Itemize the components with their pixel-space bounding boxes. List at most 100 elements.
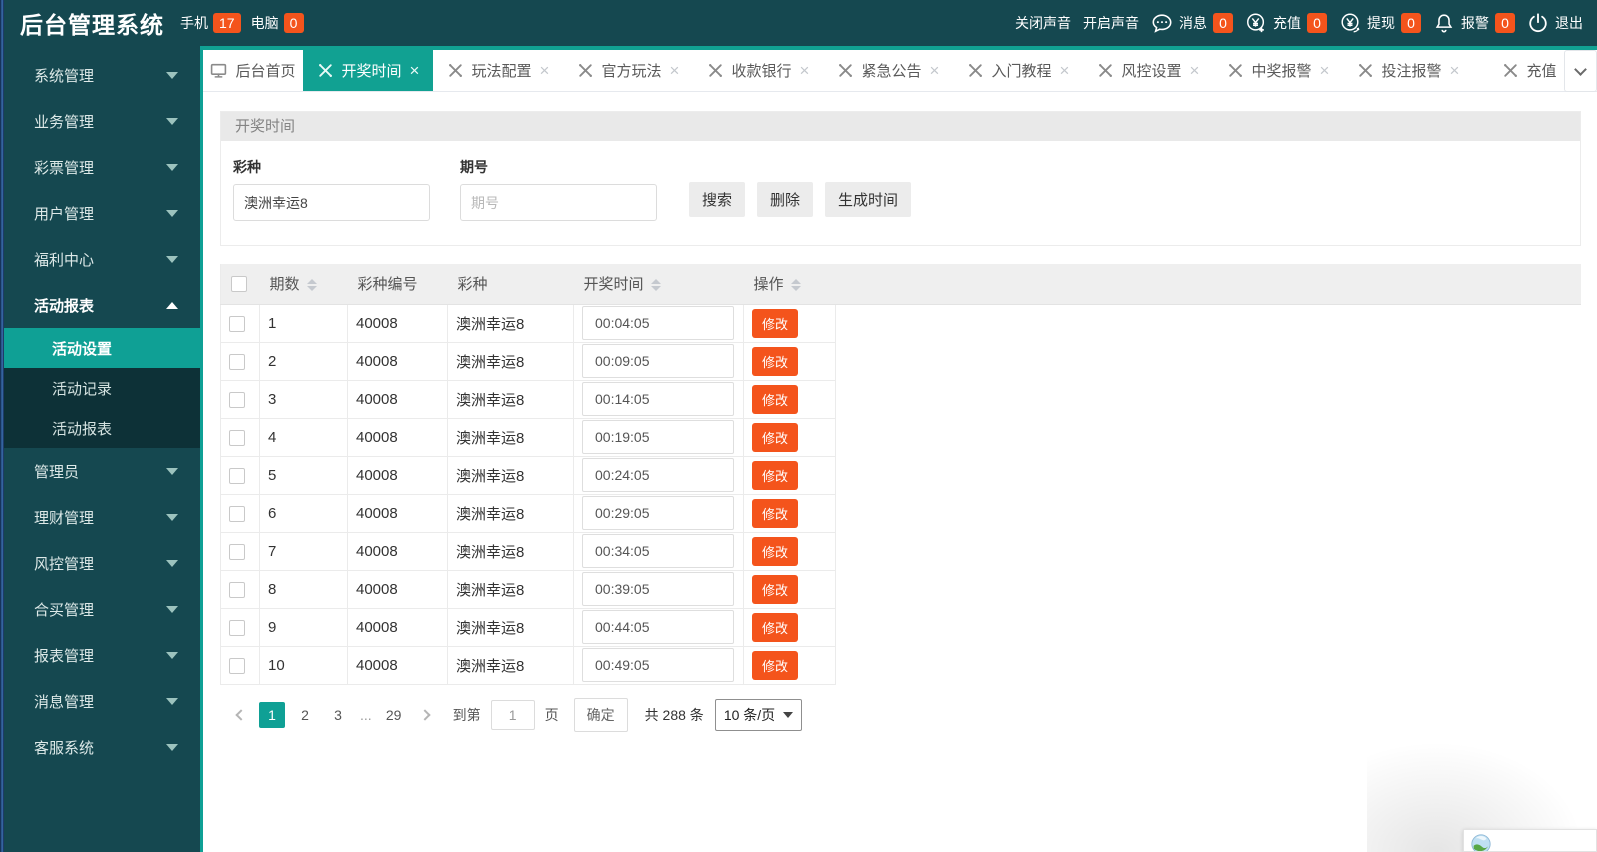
tab[interactable]: 后台首页 × — [203, 50, 303, 91]
delete-button[interactable]: 删除 — [757, 182, 814, 217]
draw-time-input[interactable] — [582, 534, 734, 568]
sidebar-item[interactable]: 理财管理 — [4, 494, 200, 540]
recharge-item[interactable]: 充值 0 — [1245, 12, 1327, 34]
goto-page-input[interactable] — [490, 699, 535, 730]
page-number-1[interactable]: 1 — [259, 701, 285, 728]
tab[interactable]: 入门教程 × — [953, 50, 1083, 91]
edit-button[interactable]: 修改 — [752, 536, 799, 566]
prev-page-button[interactable] — [226, 702, 252, 728]
sidebar-item[interactable]: 管理员 — [4, 448, 200, 494]
row-checkbox[interactable] — [229, 391, 245, 408]
page-number-3[interactable]: 3 — [325, 702, 351, 728]
draw-time-input[interactable] — [582, 496, 734, 530]
sidebar-item[interactable]: 消息管理 — [4, 678, 200, 724]
alarm-item[interactable]: 报警 0 — [1433, 12, 1515, 34]
row-checkbox[interactable] — [229, 467, 245, 484]
tools-icon — [837, 62, 854, 79]
sidebar-subitem-label: 活动报表 — [52, 420, 113, 438]
draw-time-input[interactable] — [582, 306, 734, 340]
sidebar-item[interactable]: 风控管理 — [4, 540, 200, 586]
sidebar-menu: 系统管理 业务管理 彩票管理 用户管理 福利中心 活动报表 活动设置 活动记录 … — [4, 52, 200, 770]
tab-close-icon[interactable]: × — [540, 62, 550, 79]
sound-on-link[interactable]: 开启声音 — [1083, 13, 1139, 33]
sort-icon[interactable] — [306, 279, 317, 292]
sort-icon[interactable] — [790, 279, 801, 292]
row-checkbox[interactable] — [229, 353, 245, 370]
tab[interactable]: 玩法配置 × — [433, 50, 563, 91]
sound-off-link[interactable]: 关闭声音 — [1015, 13, 1071, 33]
sidebar-item[interactable]: 活动报表 — [4, 282, 200, 328]
sidebar-item[interactable]: 报表管理 — [4, 632, 200, 678]
issue-input[interactable] — [460, 184, 657, 221]
logout-label: 退出 — [1555, 15, 1583, 31]
row-checkbox[interactable] — [229, 543, 245, 560]
draw-time-input[interactable] — [582, 344, 734, 378]
confirm-button[interactable]: 确定 — [573, 697, 628, 732]
tab-close-icon[interactable]: × — [1190, 62, 1200, 79]
tab-close-icon[interactable]: × — [930, 62, 940, 79]
tab[interactable]: 官方玩法 × — [563, 50, 693, 91]
row-checkbox[interactable] — [229, 505, 245, 522]
tab-close-icon[interactable]: × — [800, 62, 810, 79]
page-size-select[interactable]: 10 条/页 — [714, 698, 803, 731]
tab-close-icon[interactable]: × — [1320, 62, 1330, 79]
select-all-checkbox[interactable] — [231, 276, 247, 293]
generate-time-button[interactable]: 生成时间 — [825, 182, 912, 217]
draw-time-input[interactable] — [582, 572, 734, 606]
tab-close-icon[interactable]: × — [410, 62, 420, 79]
edit-button[interactable]: 修改 — [752, 422, 799, 452]
action-label: 报警 — [1461, 15, 1489, 31]
row-checkbox[interactable] — [229, 429, 245, 446]
floating-widget[interactable] — [1463, 829, 1597, 852]
row-checkbox[interactable] — [229, 581, 245, 598]
row-checkbox[interactable] — [229, 619, 245, 636]
edit-button[interactable]: 修改 — [752, 460, 799, 490]
edit-button[interactable]: 修改 — [752, 650, 799, 680]
tab[interactable]: 风控设置 × — [1083, 50, 1213, 91]
edit-button[interactable]: 修改 — [752, 612, 799, 642]
tab[interactable]: 开奖时间 × — [303, 50, 433, 91]
draw-time-input[interactable] — [582, 420, 734, 454]
draw-time-input[interactable] — [582, 458, 734, 492]
sidebar-subitem[interactable]: 活动报表 — [4, 408, 200, 448]
sort-icon[interactable] — [650, 279, 661, 292]
next-page-button[interactable] — [414, 702, 440, 728]
search-button[interactable]: 搜索 — [689, 182, 746, 217]
sidebar-subitem[interactable]: 活动记录 — [4, 368, 200, 408]
sidebar-item[interactable]: 系统管理 — [4, 52, 200, 98]
edit-button[interactable]: 修改 — [752, 498, 799, 528]
edit-button[interactable]: 修改 — [752, 308, 799, 338]
code-cell: 40008 — [347, 494, 448, 533]
code-cell: 40008 — [347, 570, 448, 609]
edit-button[interactable]: 修改 — [752, 384, 799, 414]
page-number-29[interactable]: 29 — [381, 702, 407, 728]
tab-close-icon[interactable]: × — [670, 62, 680, 79]
sidebar-item[interactable]: 用户管理 — [4, 190, 200, 236]
edit-button[interactable]: 修改 — [752, 574, 799, 604]
tab-close-icon[interactable]: × — [1060, 62, 1070, 79]
sidebar-subitem[interactable]: 活动设置 — [4, 328, 200, 368]
column-header: 操作 — [743, 264, 836, 305]
tab-close-icon[interactable]: × — [1450, 62, 1460, 79]
tab[interactable]: 紧急公告 × — [823, 50, 953, 91]
tab-overflow-button[interactable] — [1564, 50, 1597, 92]
tab[interactable]: 收款银行 × — [693, 50, 823, 91]
messages-item[interactable]: 消息 0 — [1151, 12, 1233, 34]
row-checkbox[interactable] — [229, 315, 245, 332]
logout-button[interactable]: 退出 — [1527, 12, 1583, 34]
sidebar-item[interactable]: 客服系统 — [4, 724, 200, 770]
withdraw-item[interactable]: 提现 0 — [1339, 12, 1421, 34]
sidebar-item[interactable]: 业务管理 — [4, 98, 200, 144]
row-checkbox[interactable] — [229, 657, 245, 674]
draw-time-input[interactable] — [582, 382, 734, 416]
page-number-2[interactable]: 2 — [292, 702, 318, 728]
edit-button[interactable]: 修改 — [752, 346, 799, 376]
sidebar-item[interactable]: 合买管理 — [4, 586, 200, 632]
draw-time-input[interactable] — [582, 610, 734, 644]
lottery-input[interactable] — [233, 184, 430, 221]
draw-time-input[interactable] — [582, 648, 734, 682]
sidebar-item[interactable]: 彩票管理 — [4, 144, 200, 190]
tab[interactable]: 投注报警 × — [1343, 50, 1473, 91]
tab[interactable]: 中奖报警 × — [1213, 50, 1343, 91]
sidebar-item[interactable]: 福利中心 — [4, 236, 200, 282]
